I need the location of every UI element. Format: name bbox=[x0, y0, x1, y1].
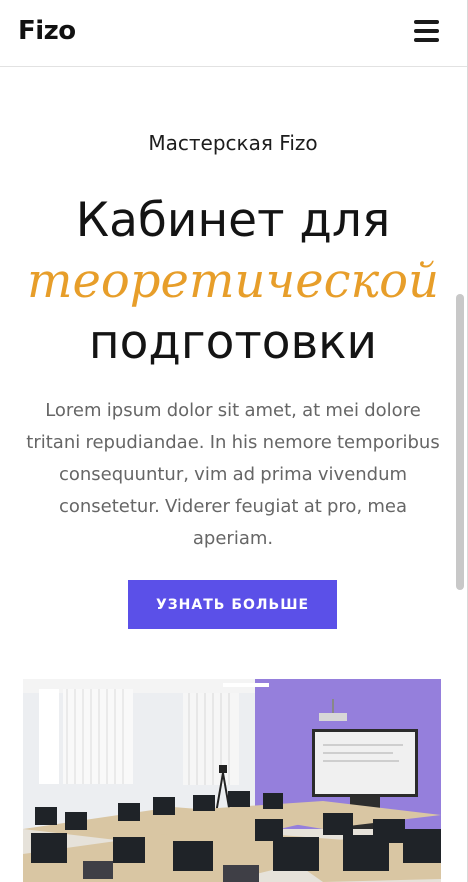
hamburger-menu-icon[interactable] bbox=[414, 20, 440, 42]
hero-title-line1: Кабинет для bbox=[75, 193, 391, 248]
scrollbar-thumb[interactable] bbox=[456, 294, 464, 590]
hero-eyebrow: Мастерская Fizo bbox=[148, 131, 318, 155]
page: Fizo Мастерская Fizo Кабинет для теорети… bbox=[0, 0, 468, 882]
classroom-photo bbox=[23, 679, 441, 882]
logo[interactable]: Fizo bbox=[18, 16, 76, 46]
hero-title-line3: подготовки bbox=[88, 315, 378, 370]
hero-title-accent: теоретической bbox=[26, 253, 439, 309]
hero-description: Lorem ipsum dolor sit amet, at mei dolor… bbox=[26, 400, 440, 549]
classroom-illustration bbox=[23, 679, 441, 882]
menu-bar bbox=[414, 20, 439, 24]
menu-bar bbox=[414, 29, 439, 33]
site-header: Fizo bbox=[0, 0, 467, 67]
menu-bar bbox=[414, 38, 439, 42]
learn-more-button[interactable]: УЗНАТЬ БОЛЬШЕ bbox=[128, 580, 337, 629]
